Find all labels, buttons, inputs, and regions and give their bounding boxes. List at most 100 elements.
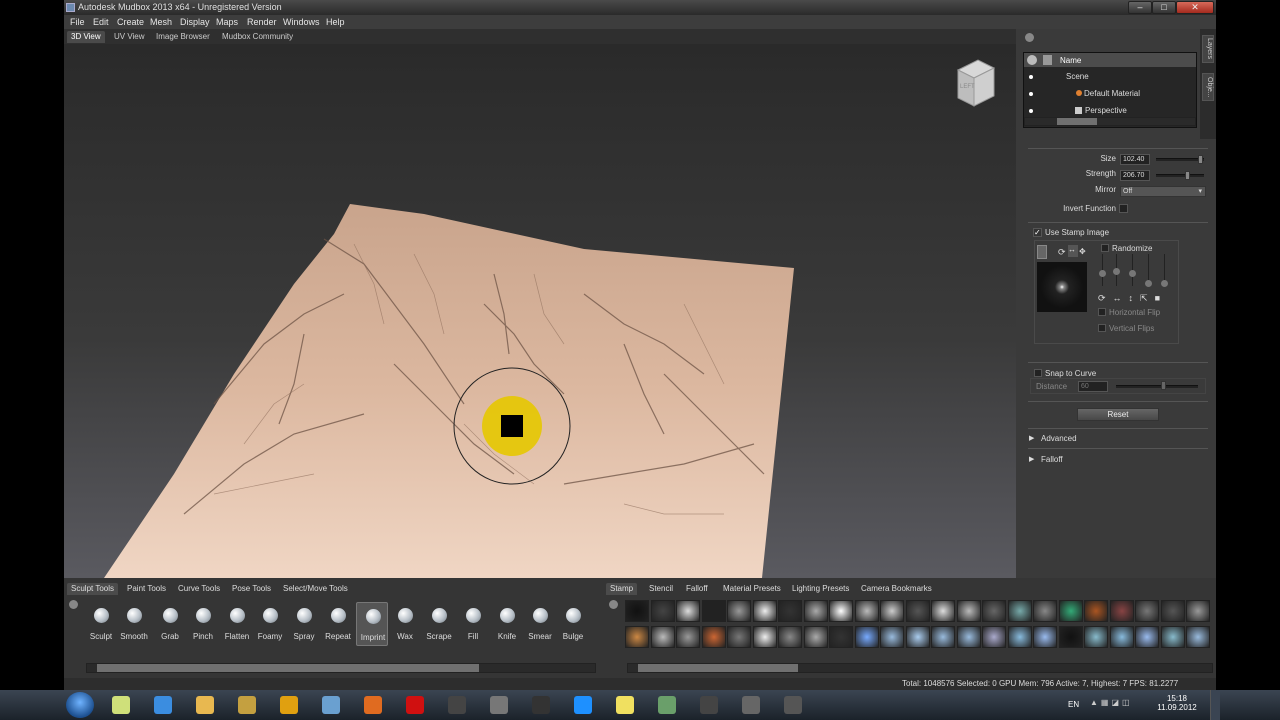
stamp-thumbnail[interactable] [956, 626, 981, 648]
eye-icon[interactable] [1027, 55, 1037, 65]
stamp-thumbnail[interactable] [650, 600, 675, 622]
use-stamp-image-checkbox[interactable]: ✓ [1033, 228, 1042, 237]
stamp-thumbnail[interactable] [854, 626, 879, 648]
system-clock[interactable]: 15:18 11.09.2012 [1152, 694, 1202, 712]
tab-sculpt-tools[interactable]: Sculpt Tools [67, 583, 118, 595]
stamp-thumbnail[interactable] [905, 626, 930, 648]
size-slider-knob[interactable] [1198, 155, 1203, 164]
stamp-tray-options-icon[interactable] [609, 600, 618, 609]
udk-icon[interactable] [524, 693, 558, 717]
stamp-image-preview[interactable] [1037, 262, 1087, 312]
menu-display[interactable]: Display [180, 17, 210, 27]
strength-slider[interactable] [1156, 174, 1204, 177]
reset-button[interactable]: Reset [1077, 408, 1159, 421]
distance-field[interactable]: 60 [1078, 381, 1108, 392]
stamp-thumbnail[interactable] [1084, 600, 1108, 622]
3d-viewport[interactable]: LEFT [64, 44, 1016, 578]
udk-icon[interactable] [692, 693, 726, 717]
tab-stamp[interactable]: Stamp [606, 583, 638, 595]
distance-slider[interactable] [1116, 385, 1198, 388]
stamp-thumbnail[interactable] [931, 600, 955, 622]
system-tray-icons[interactable]: ▲▦◪◫ [1090, 698, 1144, 710]
menu-file[interactable]: File [70, 17, 85, 27]
stamp-thumbnail[interactable] [778, 600, 802, 622]
collapse-panel-icon[interactable] [1025, 33, 1034, 42]
stamp-thumbnail[interactable] [1186, 626, 1210, 648]
distance-slider-knob[interactable] [1161, 381, 1166, 390]
stamp-thumbnail[interactable] [803, 600, 828, 622]
tab-3d-view[interactable]: 3D View [67, 31, 105, 43]
randomize-checkbox[interactable] [1101, 244, 1109, 252]
stamp-thumbnail[interactable] [803, 626, 828, 648]
view-cube[interactable]: LEFT [952, 56, 998, 108]
show-desktop-button[interactable] [1210, 690, 1220, 720]
stamp-thumbnail[interactable] [829, 626, 853, 648]
expand-advanced-icon[interactable]: ▶ [1029, 434, 1034, 442]
move-icon[interactable]: ✥ [1079, 247, 1086, 256]
tool-bulge[interactable]: Bulge [557, 602, 589, 646]
stamp-thumbnail[interactable] [727, 626, 751, 648]
maximize-button[interactable]: □ [1152, 1, 1176, 14]
sticky-notes-icon[interactable] [608, 693, 642, 717]
stamp-thumbnail[interactable] [1160, 626, 1185, 648]
tool-repeat[interactable]: Repeat [322, 602, 354, 646]
pixelmator-icon[interactable] [482, 693, 516, 717]
stamp-picker-button[interactable] [1037, 245, 1047, 259]
tray-options-icon[interactable] [69, 600, 78, 609]
tools-scrollbar[interactable] [86, 663, 596, 673]
stamp-thumbnail[interactable] [752, 626, 777, 648]
visibility-dot-icon[interactable] [1029, 75, 1033, 79]
stamp-thumbnail[interactable] [701, 626, 726, 648]
stamp-thumbnail[interactable] [1084, 626, 1108, 648]
menu-edit[interactable]: Edit [93, 17, 109, 27]
tab-select-move-tools[interactable]: Select/Move Tools [279, 583, 352, 595]
stamp-thumbnail[interactable] [1109, 600, 1134, 622]
language-indicator[interactable]: EN [1068, 700, 1079, 709]
stamp-thumbnail[interactable] [829, 600, 853, 622]
stamp-thumbnail[interactable] [982, 600, 1006, 622]
mirror-dropdown[interactable]: Off ▾ [1120, 186, 1206, 197]
tab-layers[interactable]: Layers [1202, 35, 1214, 63]
size-field[interactable]: 102.40 [1120, 154, 1150, 165]
mudbox-icon[interactable] [734, 693, 768, 717]
stamp-thumbnail[interactable] [676, 600, 700, 622]
tab-curve-tools[interactable]: Curve Tools [174, 583, 224, 595]
firefox-icon[interactable] [356, 693, 390, 717]
menu-help[interactable]: Help [326, 17, 345, 27]
size-slider[interactable] [1156, 158, 1204, 161]
steam-icon[interactable] [440, 693, 474, 717]
menu-windows[interactable]: Windows [283, 17, 320, 27]
stamp-thumbnail[interactable] [778, 626, 802, 648]
stamp-thumbnail[interactable] [1186, 600, 1210, 622]
stamp-thumbnail[interactable] [701, 600, 726, 622]
folder-icon[interactable] [188, 693, 222, 717]
stamp-thumbnail[interactable] [931, 626, 955, 648]
stamp-thumbnail[interactable] [1160, 600, 1185, 622]
stamp-thumbnail[interactable] [650, 626, 675, 648]
stamp-thumbnail[interactable] [1033, 626, 1057, 648]
stamp-thumbnail[interactable] [1135, 626, 1159, 648]
falloff-section[interactable]: Falloff [1041, 455, 1063, 464]
tab-stencil[interactable]: Stencil [645, 583, 677, 595]
tab-object-list[interactable]: Obje... [1202, 73, 1214, 101]
image-icon[interactable] [650, 693, 684, 717]
randomize-sliders[interactable] [1099, 254, 1170, 290]
app-icon[interactable] [314, 693, 348, 717]
snap-to-curve-checkbox[interactable] [1034, 369, 1042, 377]
randomize-option-icons[interactable]: ⟳↔↕⇱■ [1098, 293, 1173, 303]
stamp-thumbnail[interactable] [880, 600, 904, 622]
close-button[interactable]: ✕ [1176, 1, 1214, 14]
minimize-button[interactable]: – [1128, 1, 1152, 14]
tab-image-browser[interactable]: Image Browser [152, 31, 214, 43]
stamp-thumbnail[interactable] [727, 600, 751, 622]
stamp-thumbnail[interactable] [880, 626, 904, 648]
stamp-thumbnail[interactable] [752, 600, 777, 622]
tab-material-presets[interactable]: Material Presets [719, 583, 785, 595]
rotate-icon[interactable]: ⟳ [1058, 247, 1066, 258]
media-player-icon[interactable] [230, 693, 264, 717]
menu-create[interactable]: Create [117, 17, 144, 27]
tab-camera-bookmarks[interactable]: Camera Bookmarks [857, 583, 936, 595]
tab-pose-tools[interactable]: Pose Tools [228, 583, 275, 595]
horizontal-flip-checkbox[interactable] [1098, 308, 1106, 316]
stamp-thumbnail[interactable] [1033, 600, 1057, 622]
